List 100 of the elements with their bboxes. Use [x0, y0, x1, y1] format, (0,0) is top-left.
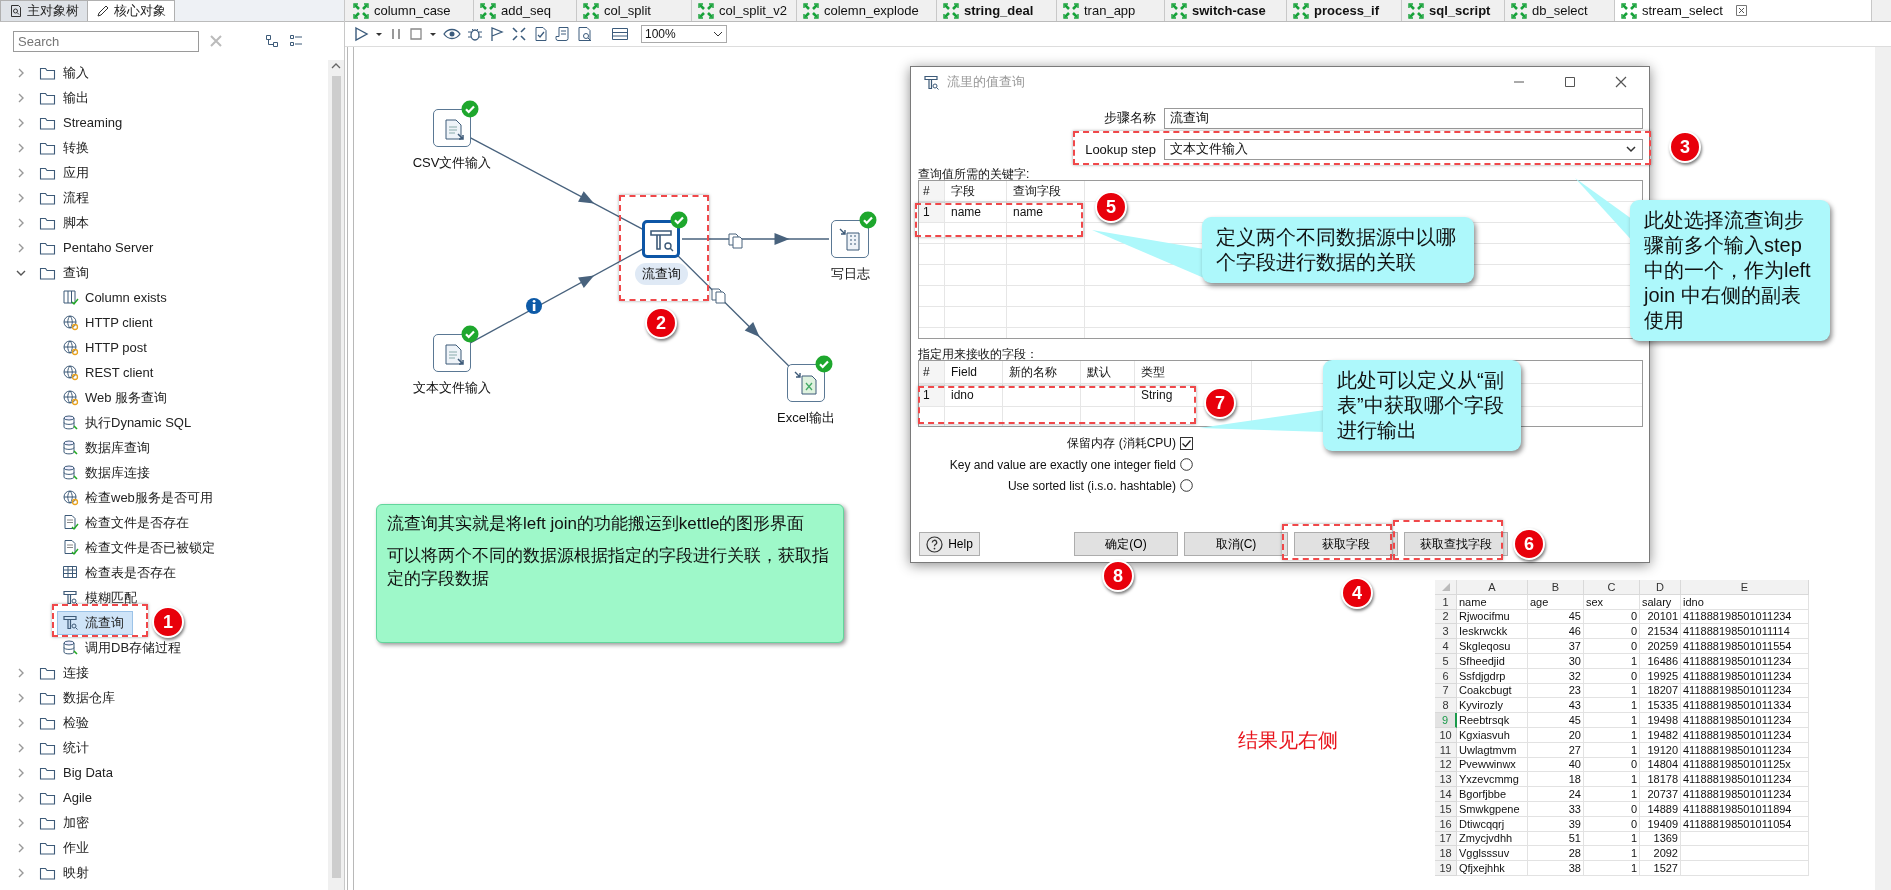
tree-item[interactable]: 加密 — [0, 810, 328, 835]
eye-icon[interactable] — [443, 26, 461, 42]
column-header[interactable]: A — [1457, 580, 1528, 595]
tree-item[interactable]: 检验 — [0, 710, 328, 735]
bug-icon[interactable] — [467, 26, 483, 42]
tree-item[interactable]: 输入 — [0, 60, 328, 85]
close-icon[interactable] — [1615, 76, 1627, 88]
list-icon[interactable] — [289, 34, 303, 48]
tree-item[interactable]: 输出 — [0, 85, 328, 110]
tree-item[interactable]: HTTP client — [58, 311, 161, 334]
tree-item[interactable]: Column exists — [58, 286, 175, 309]
tree-item[interactable]: 数据库连接 — [58, 461, 158, 484]
step-name-field[interactable]: 流查询 — [1164, 107, 1643, 129]
flag-icon[interactable] — [489, 26, 505, 42]
hierarchy-icon[interactable] — [265, 34, 279, 48]
tree-item[interactable]: Streaming — [0, 110, 328, 135]
help-button[interactable]: Help — [919, 532, 980, 556]
tree-item[interactable]: 检查web服务是否可用 — [58, 486, 221, 509]
step-icon[interactable] — [433, 334, 471, 372]
tree-item[interactable]: Agile — [0, 785, 328, 810]
tree-item[interactable]: Big Data — [0, 760, 328, 785]
tree-item[interactable]: 转换 — [0, 135, 328, 160]
copy-icon[interactable] — [711, 288, 726, 304]
checkbox[interactable] — [1180, 437, 1193, 450]
step-icon[interactable] — [831, 220, 869, 258]
play-icon[interactable] — [353, 26, 369, 42]
step-icon[interactable] — [787, 364, 825, 402]
sheet-cell: Zmycjvdhh — [1457, 831, 1528, 847]
copy-icon[interactable] — [728, 233, 743, 249]
column-header[interactable]: 查询字段 — [1007, 181, 1085, 201]
tree-item[interactable]: 脚本 — [0, 210, 328, 235]
tree-item[interactable]: 应用 — [0, 160, 328, 185]
tree-item[interactable]: 调用DB存储过程 — [58, 636, 190, 659]
stop-icon[interactable] — [409, 26, 423, 42]
tree-item[interactable]: 流程 — [0, 185, 328, 210]
column-header[interactable]: # — [919, 361, 945, 383]
tree-item[interactable]: 执行Dynamic SQL — [58, 411, 200, 434]
column-header[interactable]: # — [919, 181, 945, 201]
lookup-step-dropdown[interactable]: 文本文件输入 — [1164, 138, 1643, 160]
document-check-icon[interactable] — [533, 26, 549, 42]
step-icon[interactable] — [642, 220, 680, 258]
scrollbar[interactable] — [1875, 47, 1891, 890]
tree-item[interactable]: 映射 — [0, 860, 328, 885]
column-header[interactable]: Field — [945, 361, 1003, 383]
zoom-dropdown[interactable]: 100% — [641, 25, 727, 43]
column-header[interactable]: 类型 — [1135, 361, 1252, 383]
radio-button[interactable] — [1180, 479, 1193, 492]
tree-item[interactable]: 检查表是否存在 — [58, 561, 184, 584]
dialog-button[interactable]: 获取查找字段 — [1404, 532, 1508, 556]
sheet-cell: 411888198501011334 — [1681, 698, 1809, 714]
grid-icon[interactable] — [611, 26, 629, 42]
info-icon[interactable] — [526, 298, 542, 314]
tree-item[interactable]: Pentaho Server — [0, 235, 328, 260]
lookup-icon — [62, 589, 79, 606]
column-header[interactable]: B — [1528, 580, 1584, 595]
tree-item[interactable]: 查询 — [0, 260, 328, 285]
panel-tab[interactable]: 主对象树 — [0, 0, 88, 21]
tree-item[interactable]: 模糊匹配 — [58, 586, 145, 609]
column-header[interactable]: D — [1640, 580, 1681, 595]
tree-item[interactable]: 连接 — [0, 660, 328, 685]
dialog-button[interactable]: 获取字段 — [1294, 532, 1398, 556]
step-label: CSV文件输入 — [411, 154, 493, 172]
dialog-button[interactable]: 确定(O) — [1074, 532, 1178, 556]
tree-item[interactable]: Web 服务查询 — [58, 386, 176, 409]
tree-item[interactable]: 作业 — [0, 835, 328, 860]
tree-item[interactable]: 检查文件是否存在 — [58, 511, 197, 534]
tree-item[interactable]: 检查文件是否已被锁定 — [58, 536, 223, 559]
row-header[interactable]: 4 — [1435, 639, 1457, 654]
dialog-button[interactable]: 取消(C) — [1184, 532, 1288, 556]
row-header[interactable]: 13 — [1435, 772, 1457, 788]
maximize-icon[interactable] — [1564, 76, 1576, 88]
tree-item[interactable]: REST client — [58, 361, 162, 384]
column-header[interactable]: E — [1681, 580, 1809, 595]
tree-item[interactable]: 统计 — [0, 735, 328, 760]
document-search-icon[interactable] — [577, 26, 593, 42]
transform-icon[interactable] — [511, 26, 527, 42]
column-header[interactable]: 默认 — [1081, 361, 1135, 383]
panel-tab[interactable]: 核心对象 — [87, 0, 175, 21]
column-header[interactable]: 字段 — [945, 181, 1007, 201]
search-field[interactable]: Search — [13, 30, 199, 52]
radio-button[interactable] — [1180, 458, 1193, 471]
row-header[interactable]: 18 — [1435, 846, 1457, 862]
column-header[interactable]: C — [1584, 580, 1640, 595]
tree-item[interactable]: 流查询 — [58, 611, 132, 634]
scrollbar-thumb[interactable] — [331, 76, 341, 878]
row-header[interactable]: 19 — [1435, 861, 1457, 876]
row-header[interactable]: 14 — [1435, 787, 1457, 802]
hop-arrow[interactable] — [681, 233, 830, 245]
close-icon[interactable] — [1735, 5, 1747, 16]
row-header[interactable]: 3 — [1435, 624, 1457, 640]
column-header[interactable]: 新的名称 — [1003, 361, 1081, 383]
script-icon[interactable] — [555, 26, 571, 42]
row-header[interactable]: 8 — [1435, 698, 1457, 714]
tree-item[interactable]: HTTP post — [58, 336, 155, 359]
pause-icon[interactable] — [389, 26, 403, 42]
tree-item[interactable]: 数据库查询 — [58, 436, 158, 459]
step-icon[interactable] — [433, 109, 471, 147]
tree-item[interactable]: 数据仓库 — [0, 685, 328, 710]
editor-tab[interactable]: stream_select — [1615, 0, 1872, 21]
hop-arrow[interactable] — [469, 248, 644, 344]
